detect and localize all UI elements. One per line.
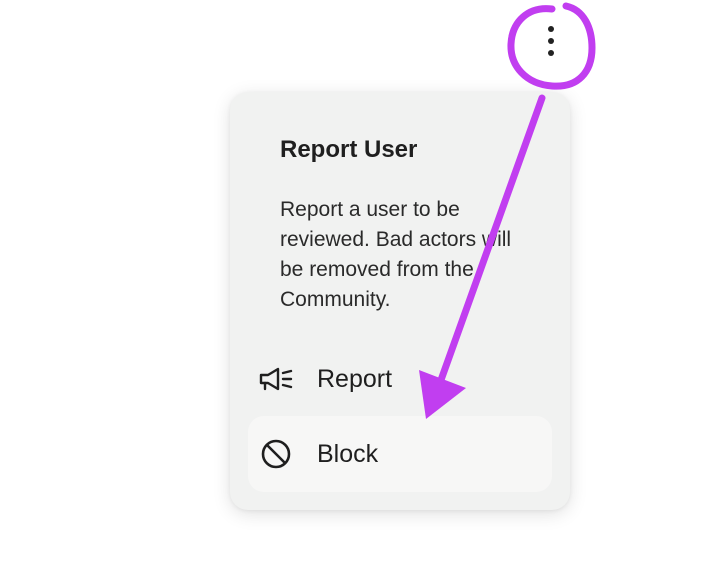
more-options-button[interactable]	[532, 10, 570, 72]
block-menu-item[interactable]: Block	[248, 416, 552, 492]
menu-description: Report a user to be reviewed. Bad actors…	[280, 198, 512, 311]
more-vertical-icon	[548, 38, 554, 44]
more-vertical-icon	[548, 26, 554, 32]
block-icon	[258, 436, 294, 472]
report-user-menu: Report User Report a user to be reviewed…	[230, 92, 570, 510]
report-label: Report	[317, 364, 393, 393]
report-menu-item[interactable]: Report	[248, 341, 552, 417]
menu-title: Report User	[280, 136, 418, 163]
megaphone-icon	[258, 361, 294, 397]
block-label: Block	[317, 439, 379, 468]
more-vertical-icon	[548, 50, 554, 56]
